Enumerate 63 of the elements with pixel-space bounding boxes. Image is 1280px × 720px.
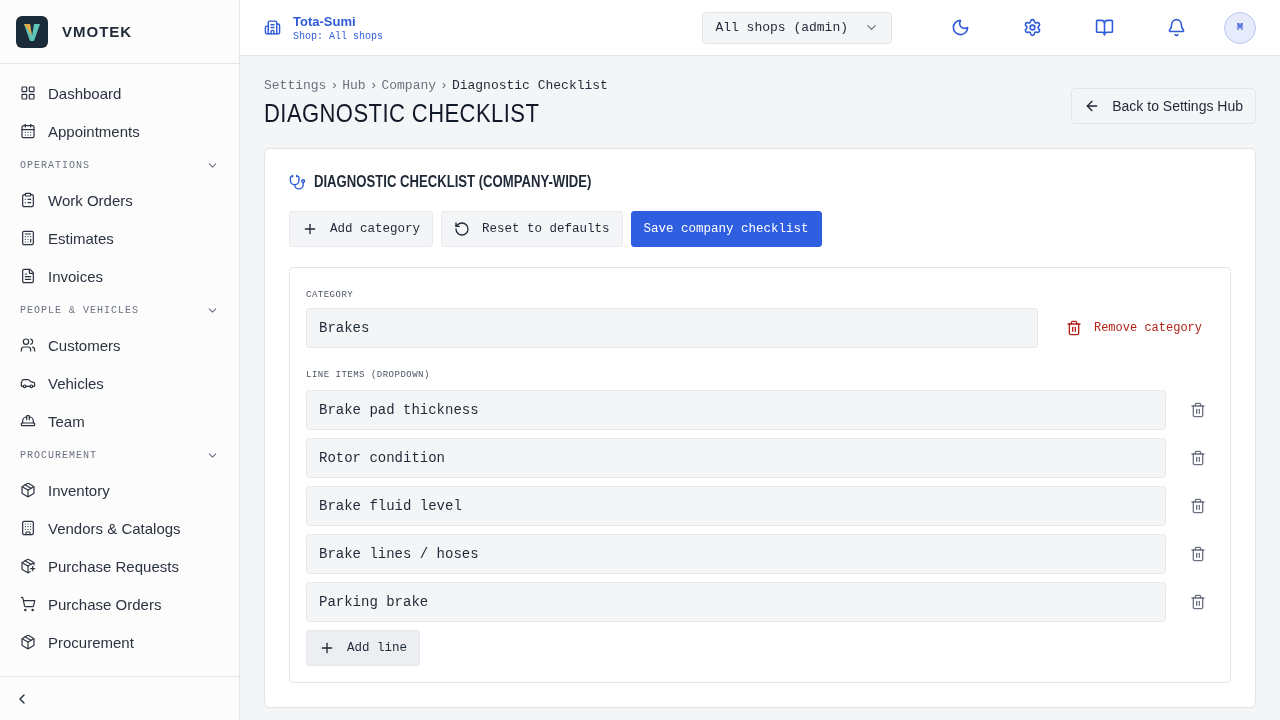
card-title: DIAGNOSTIC CHECKLIST (COMPANY-WIDE) — [314, 173, 592, 191]
people-icon — [20, 337, 36, 353]
field-label: LINE ITEMS (DROPDOWN) — [306, 370, 431, 380]
nav-item[interactable]: Dashboard — [0, 74, 239, 112]
logo-icon — [16, 15, 48, 48]
nav-item[interactable]: Procurement — [0, 623, 239, 661]
trash-icon — [1065, 320, 1082, 336]
breadcrumb-link[interactable]: Settings — [264, 78, 327, 93]
plus-icon — [319, 640, 335, 656]
section-header[interactable]: PROCUREMENT — [0, 440, 239, 471]
brand-name: VMOTEK — [62, 23, 133, 40]
breadcrumb-link[interactable]: Diagnostic Checklist — [451, 78, 608, 93]
field-label: CATEGORY — [306, 290, 355, 300]
back-button[interactable]: Back to Settings Hub — [1071, 88, 1256, 124]
action-button[interactable]: Save company checklist — [630, 211, 822, 247]
plus-icon — [302, 221, 318, 237]
nav-item[interactable]: Purchase Orders — [0, 585, 239, 623]
nav-item[interactable]: Work Orders — [0, 181, 239, 219]
nav-item[interactable]: Customers — [0, 326, 239, 364]
box-plus-icon — [20, 558, 36, 574]
add-line-button[interactable]: Add line — [306, 630, 420, 666]
breadcrumb-separator: › — [330, 78, 339, 93]
line-item-field[interactable]: Brake lines / hoses — [306, 534, 1166, 574]
shop-name: Shop: All shops — [293, 30, 384, 42]
building-icon — [264, 19, 281, 36]
nav-item[interactable]: Vehicles — [0, 364, 239, 402]
line-item-field[interactable]: Rotor condition — [306, 438, 1166, 478]
box-icon — [20, 634, 36, 650]
hard-hat-icon — [20, 413, 36, 429]
breadcrumb-separator: › — [440, 78, 448, 93]
box-icon — [20, 482, 36, 498]
avatar[interactable]: M — [1224, 11, 1256, 44]
line-item-field[interactable]: Brake pad thickness — [306, 390, 1166, 430]
nav-item[interactable]: Estimates — [0, 219, 239, 257]
calendar-icon — [20, 123, 36, 139]
action-button[interactable]: Add category — [289, 211, 433, 247]
nav-item[interactable]: Invoices — [0, 257, 239, 295]
nav-item[interactable]: Appointments — [0, 112, 239, 150]
nav-item[interactable]: Vendors & Catalogs — [0, 509, 239, 547]
breadcrumb-link[interactable]: Company — [381, 78, 437, 93]
cart-icon — [20, 596, 36, 612]
company-name: Tota-Sumi — [293, 13, 357, 29]
document-icon — [20, 268, 36, 284]
calculator-icon — [20, 230, 36, 246]
shop-select[interactable]: All shops (admin) — [702, 11, 892, 44]
grid-icon — [20, 85, 36, 101]
nav-item[interactable]: Inventory — [0, 471, 239, 509]
breadcrumb-link[interactable]: Hub — [342, 78, 366, 93]
page-title: DIAGNOSTIC CHECKLIST — [264, 99, 541, 128]
line-item-field[interactable]: Parking brake — [306, 582, 1166, 622]
breadcrumb-separator: › — [369, 78, 378, 93]
line-item-field[interactable]: Brake fluid level — [306, 486, 1166, 526]
nav-item[interactable]: Purchase Requests — [0, 547, 239, 585]
building-icon — [20, 520, 36, 536]
section-header[interactable]: OPERATIONS — [0, 150, 239, 181]
section-header[interactable]: PEOPLE & VEHICLES — [0, 295, 239, 326]
clipboard-icon — [20, 192, 36, 208]
nav-item[interactable]: Team — [0, 402, 239, 440]
action-button[interactable]: Reset to defaults — [441, 211, 623, 247]
reset-icon — [454, 221, 470, 237]
remove-category-button[interactable]: Remove category — [1053, 320, 1214, 336]
category-field[interactable]: Brakes — [306, 308, 1038, 348]
stethoscope-icon — [289, 173, 306, 191]
